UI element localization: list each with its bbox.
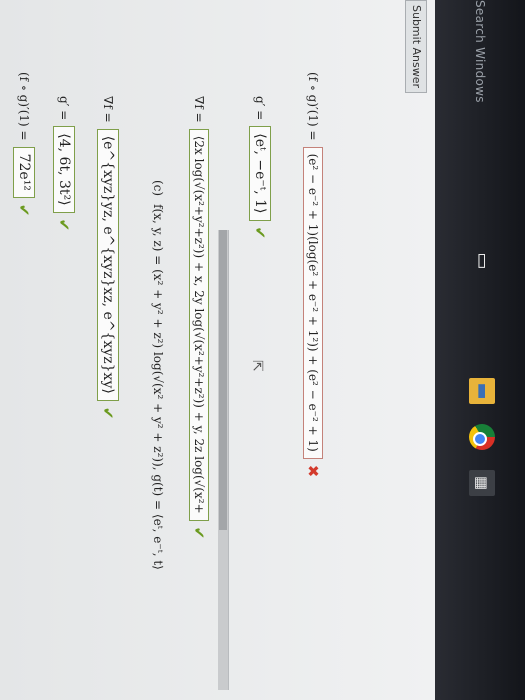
mouse-cursor-icon: ⇱ [249, 360, 265, 372]
part-c-gradient-label: ∇f = [192, 96, 206, 123]
part-b-gradient-answer[interactable]: ⟨e^{xyz}yz, e^{xyz}xz, e^{xyz}xy⟩ [97, 128, 119, 401]
part-b-gprime-row: g′ = ⟨4, 6t, 3t²⟩ ✔ [53, 96, 75, 231]
search-windows-text: Search Windows [473, 0, 487, 103]
calculator-icon[interactable]: ▦ [469, 470, 495, 496]
part-b-composite-label: (f ∘ g)′(1) = [17, 72, 31, 141]
part-b-gprime-label: g′ = [57, 96, 71, 121]
rotated-screen: Search Windows ▭ ▬ ▦ Submit Answer ∇f = … [0, 0, 525, 700]
check-icon: ✔ [251, 226, 269, 240]
answer-horizontal-scrollbar[interactable] [218, 230, 229, 690]
part-c-composite-answer[interactable]: (e² − e⁻² + 1)(log(e² + e⁻² + 1²)) + (e²… [303, 146, 323, 459]
submit-answer-button[interactable]: Submit Answer [405, 0, 427, 94]
part-b-composite-row: (f ∘ g)′(1) = 72e¹² ✔ [13, 72, 35, 217]
file-explorer-icon[interactable]: ▬ [469, 378, 495, 404]
check-icon: ✔ [55, 218, 73, 232]
part-c-tag: (c) [151, 180, 165, 197]
part-c-gprime-answer[interactable]: ⟨eᵗ, −e⁻ᵗ, 1⟩ [249, 126, 271, 221]
task-view-icon[interactable]: ▭ [469, 248, 495, 274]
chrome-icon[interactable] [469, 424, 495, 450]
part-c-problem-row: (c) f(x, y, z) = (x² + y² + z²) log(√(x²… [151, 180, 165, 570]
part-c-composite-row: (f ∘ g)′(1) = (e² − e⁻² + 1)(log(e² + e⁻… [303, 72, 323, 477]
windows-taskbar: Search Windows ▭ ▬ ▦ [435, 0, 525, 700]
submit-answer-label: Submit Answer [410, 5, 423, 89]
part-c-gprime-row: g′ = ⟨eᵗ, −e⁻ᵗ, 1⟩ ✔ [249, 96, 271, 239]
part-c-problem-statement: f(x, y, z) = (x² + y² + z²) log(√(x² + y… [151, 204, 165, 570]
part-c-gprime-label: g′ = [253, 96, 267, 121]
part-c-composite-label: (f ∘ g)′(1) = [306, 72, 320, 141]
check-icon: ✔ [190, 526, 208, 540]
part-c-gradient-answer[interactable]: ⟨2x log(√(x²+y²+z²)) + x, 2y log(√(x²+y²… [189, 128, 209, 521]
cross-icon: ✖ [304, 464, 322, 478]
scrollbar-thumb[interactable] [219, 230, 227, 530]
webassign-page: Submit Answer ∇f = ⟨e^{xyz}yz, e^{xyz}xz… [0, 0, 435, 700]
part-b-gradient-label: ∇f = [101, 96, 115, 123]
check-icon: ✔ [99, 406, 117, 420]
part-c-gradient-row: ∇f = ⟨2x log(√(x²+y²+z²)) + x, 2y log(√(… [189, 96, 209, 539]
part-b-gradient-row: ∇f = ⟨e^{xyz}yz, e^{xyz}xz, e^{xyz}xy⟩ ✔ [97, 96, 119, 419]
search-windows-box[interactable]: Search Windows [473, 0, 487, 103]
part-b-gprime-answer[interactable]: ⟨4, 6t, 3t²⟩ [53, 126, 75, 213]
part-b-composite-answer[interactable]: 72e¹² [13, 146, 35, 198]
check-icon: ✔ [15, 203, 33, 217]
